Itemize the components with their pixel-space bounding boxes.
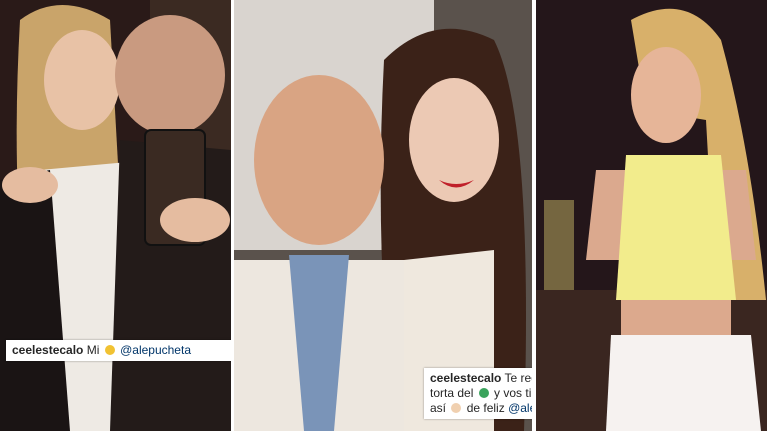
center-photo-illustration [234, 0, 532, 431]
globe-icon [478, 388, 489, 398]
center-photo: ceelestecalo Te regalan la mejor torta d… [234, 0, 532, 431]
caption-left: ceelestecalo Mi @alepucheta [6, 340, 231, 361]
caption-mention[interactable]: @alepucheta [508, 401, 532, 415]
caption-username[interactable]: ceelestecalo [12, 343, 83, 357]
right-photo-illustration [536, 0, 767, 431]
caption-username[interactable]: ceelestecalo [430, 371, 501, 385]
pointing-hand-icon [451, 403, 462, 413]
caption-text: Mi [86, 343, 100, 357]
caption-text-3: de feliz [466, 401, 505, 415]
left-photo: ceelestecalo Mi @alepucheta [0, 0, 231, 431]
caption-mention[interactable]: @alepucheta [120, 343, 191, 357]
right-photo [536, 0, 767, 431]
pineapple-icon [104, 345, 115, 355]
left-photo-illustration [0, 0, 231, 431]
caption-center: ceelestecalo Te regalan la mejor torta d… [424, 368, 532, 419]
